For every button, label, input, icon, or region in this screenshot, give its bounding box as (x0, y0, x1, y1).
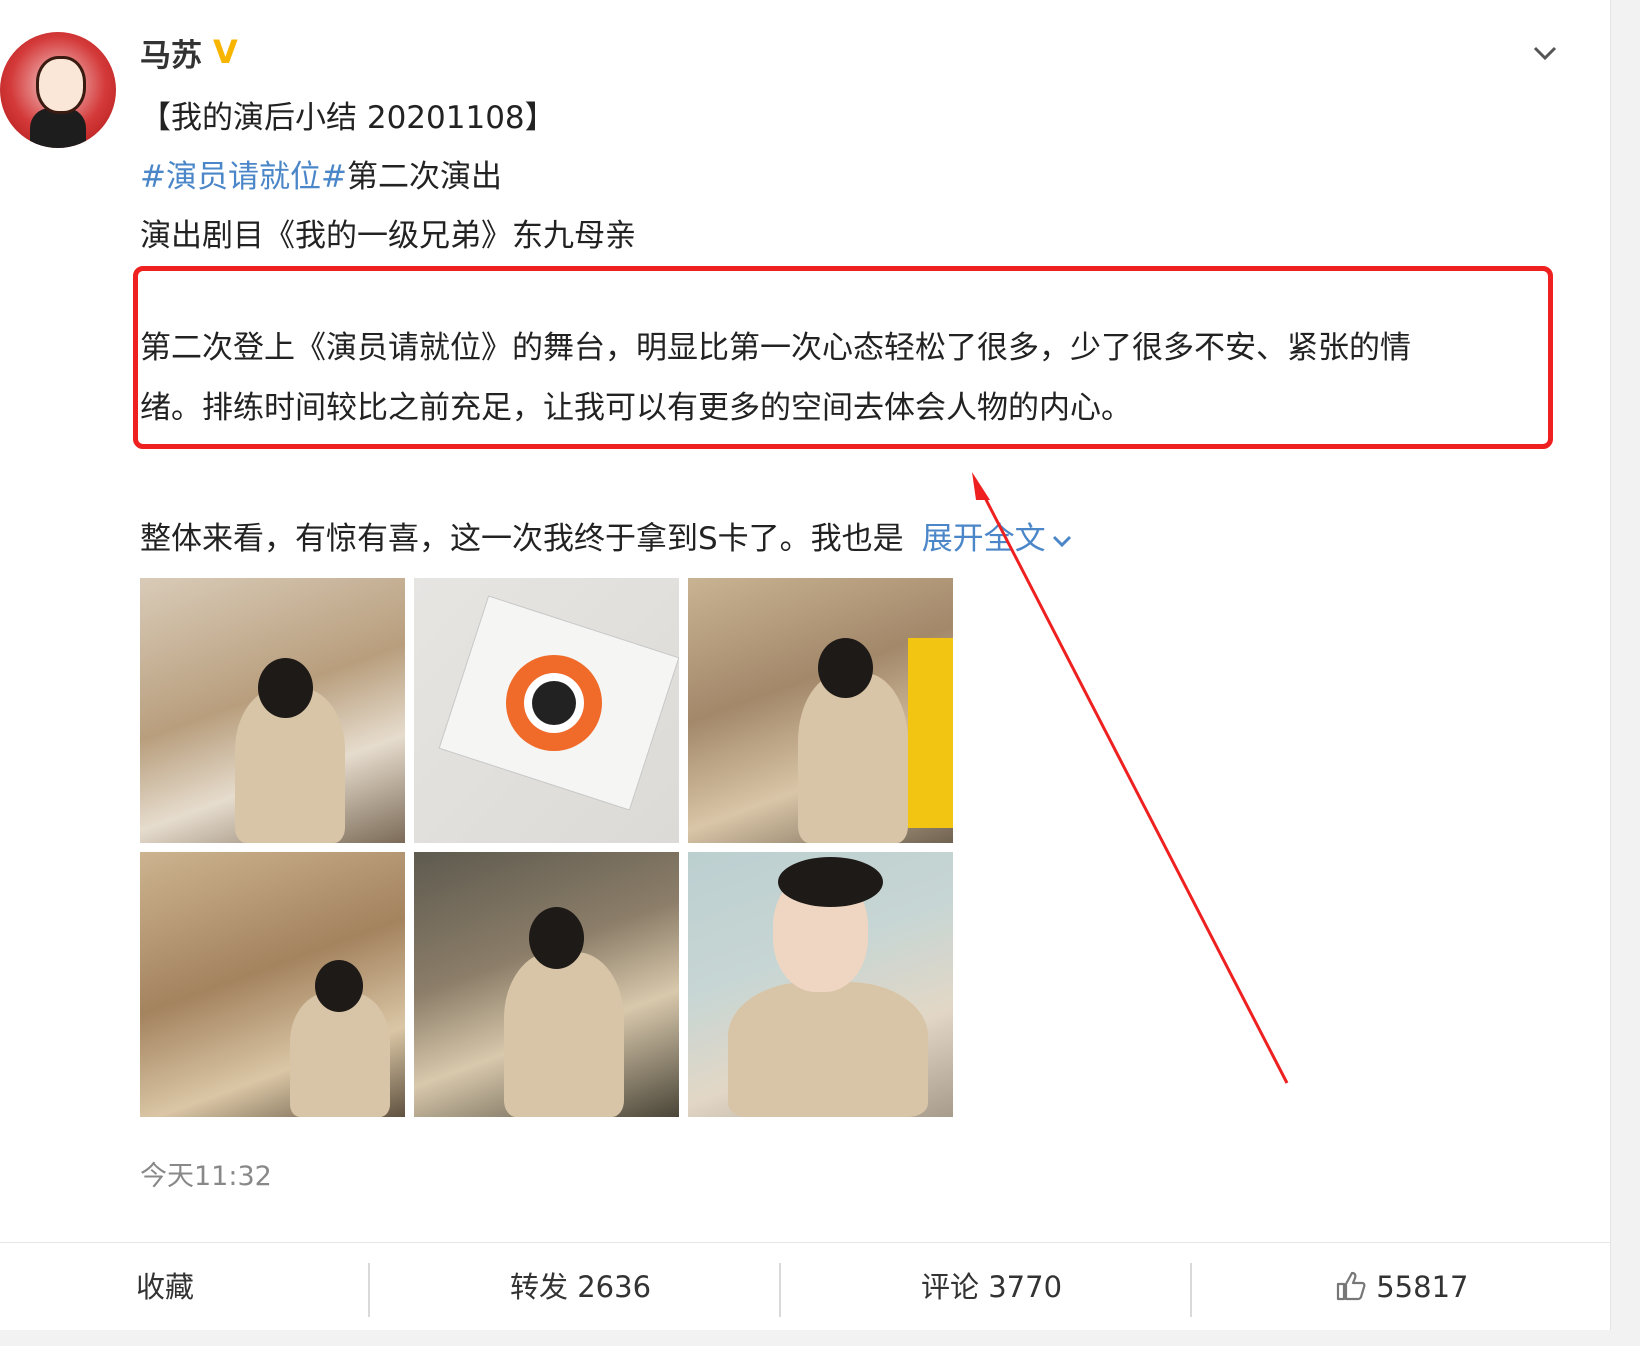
annotation-arrow (972, 472, 1289, 1084)
